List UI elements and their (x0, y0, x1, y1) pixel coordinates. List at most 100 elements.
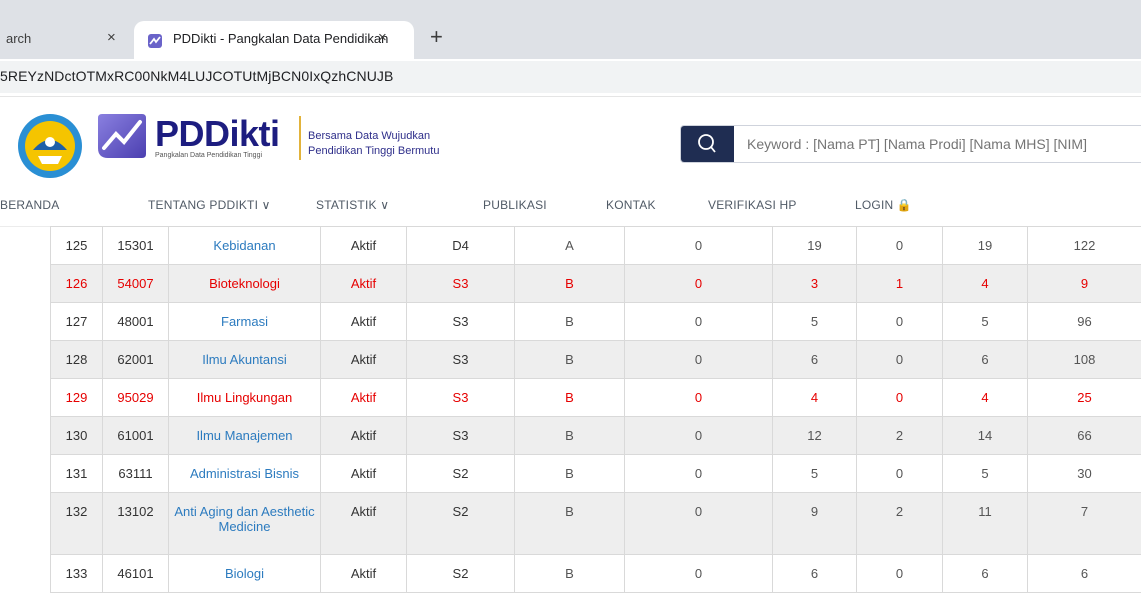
cell-jumlah-dosen-lain: 0 (857, 379, 943, 417)
cell-jumlah-dosen-tetap: 6 (773, 341, 857, 379)
cell-status: Aktif (321, 265, 407, 303)
cell-row-number: 131 (51, 455, 103, 493)
cell-jumlah-mahasiswa: 108 (1028, 341, 1141, 379)
cell-nama-prodi[interactable]: Kebidanan (169, 227, 321, 265)
divider (0, 96, 1141, 97)
cell-status: Aktif (321, 417, 407, 455)
url-text[interactable]: 5REYzNDctOTMxRC00NkM4LUJCOTUtMjBCN0IxQzh… (0, 68, 393, 84)
cell-jumlah-dosen-lain: 0 (857, 303, 943, 341)
kemdikbud-logo-icon[interactable] (16, 112, 84, 180)
table-row: 13163111Administrasi BisnisAktifS2B05053… (51, 455, 1141, 493)
cell-jumlah-dosen-lain: 1 (857, 265, 943, 303)
cell-kode-prodi: 15301 (103, 227, 169, 265)
pddikti-favicon-icon (147, 33, 163, 49)
cell-jumlah-dosen-tetap: 12 (773, 417, 857, 455)
cell-total-dosen: 14 (943, 417, 1028, 455)
search-input[interactable] (747, 126, 1141, 162)
nav-login[interactable]: LOGIN 🔒 (855, 198, 912, 212)
cell-jumlah-dosen-tetap: 19 (773, 227, 857, 265)
cell-jumlah-dosen-pns: 0 (625, 493, 773, 555)
cell-akreditasi: B (515, 341, 625, 379)
nav-publikasi[interactable]: PUBLIKASI (483, 198, 547, 212)
brand[interactable]: PDDikti Pangkalan Data Pendidikan Tinggi (155, 116, 280, 159)
cell-total-dosen: 4 (943, 265, 1028, 303)
cell-akreditasi: B (515, 303, 625, 341)
cell-kode-prodi: 63111 (103, 455, 169, 493)
cell-jenjang: S3 (407, 265, 515, 303)
cell-akreditasi: B (515, 455, 625, 493)
cell-row-number: 132 (51, 493, 103, 555)
cell-nama-prodi[interactable]: Ilmu Lingkungan (169, 379, 321, 417)
search-icon (681, 126, 734, 162)
program-studi-table: 12515301KebidananAktifD4A019019122126540… (50, 226, 1141, 593)
nav-statistik[interactable]: STATISTIK ∨ (316, 198, 389, 212)
cell-total-dosen: 19 (943, 227, 1028, 265)
browser-tab-inactive[interactable]: arch × (0, 0, 130, 59)
cell-jumlah-mahasiswa: 66 (1028, 417, 1141, 455)
cell-jumlah-mahasiswa: 7 (1028, 493, 1141, 555)
cell-jumlah-dosen-pns: 0 (625, 341, 773, 379)
cell-row-number: 126 (51, 265, 103, 303)
cell-akreditasi: B (515, 493, 625, 555)
cell-status: Aktif (321, 341, 407, 379)
cell-jumlah-dosen-pns: 0 (625, 417, 773, 455)
nav-tentang-pddikti[interactable]: TENTANG PDDIKTI ∨ (148, 198, 271, 212)
cell-total-dosen: 6 (943, 555, 1028, 593)
cell-jenjang: S3 (407, 379, 515, 417)
cell-jumlah-mahasiswa: 30 (1028, 455, 1141, 493)
cell-nama-prodi[interactable]: Anti Aging dan Aesthetic Medicine (169, 493, 321, 555)
cell-akreditasi: B (515, 265, 625, 303)
cell-nama-prodi[interactable]: Ilmu Manajemen (169, 417, 321, 455)
cell-total-dosen: 11 (943, 493, 1028, 555)
new-tab-button[interactable]: + (430, 24, 443, 50)
cell-row-number: 133 (51, 555, 103, 593)
cell-jumlah-mahasiswa: 25 (1028, 379, 1141, 417)
table-row: 13213102Anti Aging dan Aesthetic Medicin… (51, 493, 1141, 555)
brand-separator (299, 116, 301, 160)
search-bar (680, 125, 1141, 163)
tab-close-icon[interactable]: × (378, 29, 387, 46)
cell-nama-prodi[interactable]: Bioteknologi (169, 265, 321, 303)
cell-kode-prodi: 62001 (103, 341, 169, 379)
cell-jumlah-dosen-tetap: 3 (773, 265, 857, 303)
table-row: 12862001Ilmu AkuntansiAktifS3B0606108 (51, 341, 1141, 379)
table-row: 12995029Ilmu LingkunganAktifS3B040425 (51, 379, 1141, 417)
cell-nama-prodi[interactable]: Ilmu Akuntansi (169, 341, 321, 379)
nav-kontak[interactable]: KONTAK (606, 198, 656, 212)
table-row: 12654007BioteknologiAktifS3B03149 (51, 265, 1141, 303)
cell-total-dosen: 5 (943, 455, 1028, 493)
cell-jumlah-dosen-pns: 0 (625, 379, 773, 417)
cell-jumlah-mahasiswa: 6 (1028, 555, 1141, 593)
brand-name: PDDikti (155, 116, 280, 152)
cell-kode-prodi: 13102 (103, 493, 169, 555)
cell-total-dosen: 5 (943, 303, 1028, 341)
address-bar[interactable]: 5REYzNDctOTMxRC00NkM4LUJCOTUtMjBCN0IxQzh… (0, 61, 1141, 93)
cell-status: Aktif (321, 379, 407, 417)
cell-jumlah-dosen-lain: 0 (857, 455, 943, 493)
cell-nama-prodi[interactable]: Biologi (169, 555, 321, 593)
cell-status: Aktif (321, 555, 407, 593)
cell-kode-prodi: 46101 (103, 555, 169, 593)
search-button[interactable] (681, 126, 734, 162)
cell-jenjang: D4 (407, 227, 515, 265)
cell-jumlah-mahasiswa: 96 (1028, 303, 1141, 341)
cell-jenjang: S2 (407, 493, 515, 555)
tab-close-icon[interactable]: × (107, 29, 116, 46)
cell-jumlah-dosen-pns: 0 (625, 303, 773, 341)
browser-tab-active[interactable]: PDDikti - Pangkalan Data Pendidikan Ting… (134, 21, 414, 59)
cell-jumlah-dosen-lain: 0 (857, 227, 943, 265)
cell-row-number: 130 (51, 417, 103, 455)
cell-jumlah-dosen-pns: 0 (625, 555, 773, 593)
cell-nama-prodi[interactable]: Farmasi (169, 303, 321, 341)
cell-jenjang: S3 (407, 417, 515, 455)
cell-jenjang: S2 (407, 455, 515, 493)
tab-title: PDDikti - Pangkalan Data Pendidikan Ting… (173, 31, 388, 46)
nav-beranda[interactable]: BERANDA (0, 198, 59, 212)
pddikti-logo-icon[interactable] (94, 108, 150, 164)
cell-jumlah-dosen-tetap: 4 (773, 379, 857, 417)
nav-verifikasi-hp[interactable]: VERIFIKASI HP (708, 198, 797, 212)
cell-jumlah-dosen-lain: 0 (857, 341, 943, 379)
cell-row-number: 125 (51, 227, 103, 265)
cell-nama-prodi[interactable]: Administrasi Bisnis (169, 455, 321, 493)
cell-kode-prodi: 61001 (103, 417, 169, 455)
